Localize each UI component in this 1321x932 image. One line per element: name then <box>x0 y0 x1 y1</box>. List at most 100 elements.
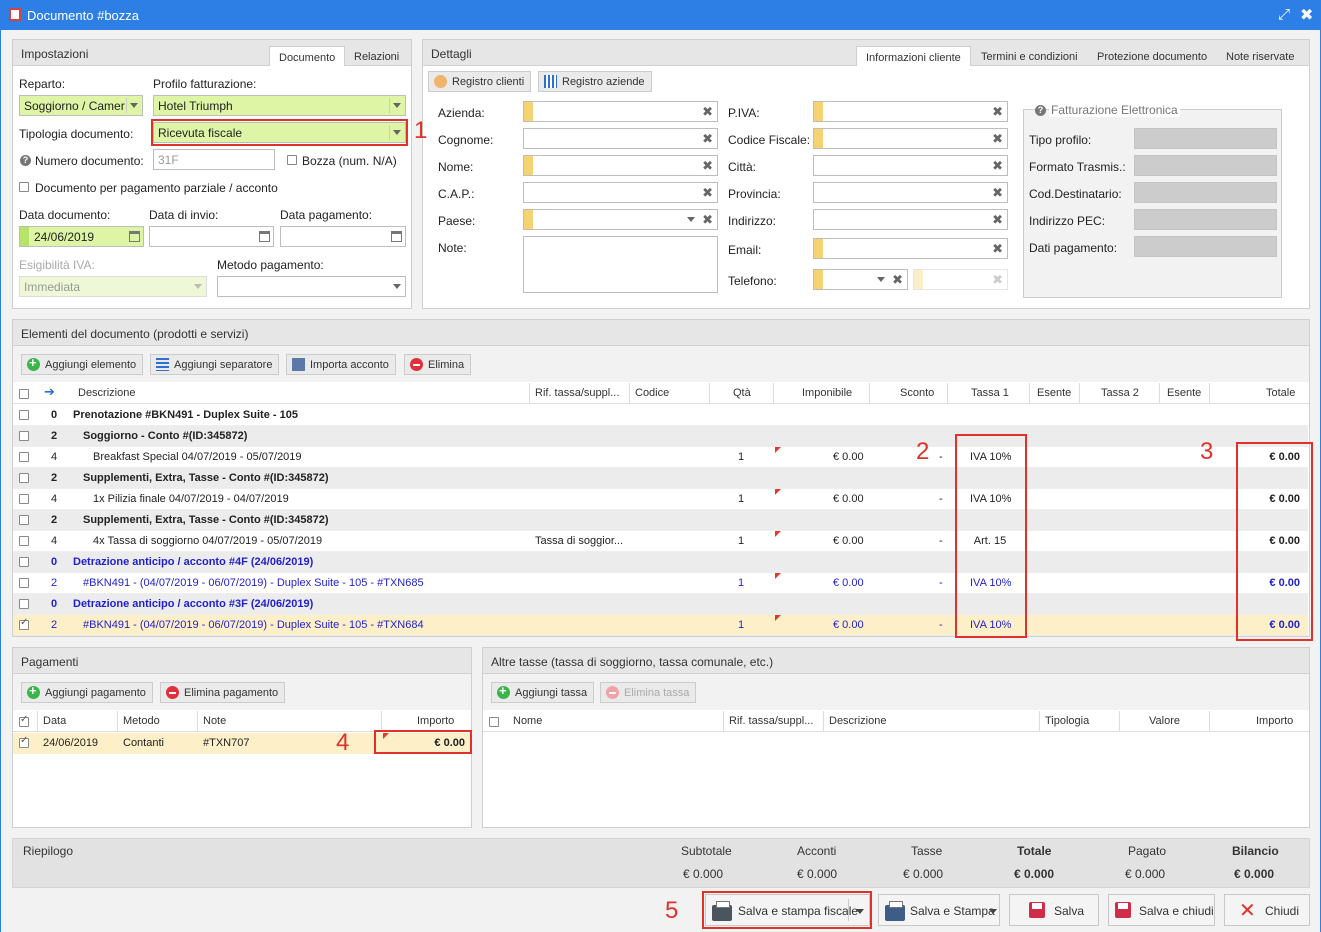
col-importo[interactable]: Importo <box>417 711 454 731</box>
row-checkbox[interactable] <box>19 536 29 546</box>
table-row[interactable]: 4 Breakfast Special 04/07/2019 - 05/07/20… <box>13 447 1308 468</box>
row-sconto[interactable]: - <box>939 577 943 589</box>
save-and-print-button[interactable]: Salva e Stampa <box>878 894 1000 926</box>
col-data[interactable]: Data <box>43 711 66 731</box>
save-and-close-button[interactable]: Salva e chiudi <box>1108 894 1215 926</box>
parziale-checkbox[interactable] <box>19 182 29 192</box>
col-descrizione[interactable]: Descrizione <box>78 383 135 403</box>
col-codice[interactable]: Codice <box>635 383 669 403</box>
cap-input[interactable]: ✖ <box>523 182 718 203</box>
table-row[interactable]: 2 Supplementi, Extra, Tasse - Conto #(ID:… <box>13 510 1308 531</box>
help-icon[interactable]: ? <box>1035 105 1046 116</box>
tab-termini[interactable]: Termini e condizioni <box>972 46 1087 66</box>
row-qta[interactable]: 1 <box>738 535 744 547</box>
payment-row-checkbox[interactable] <box>19 735 29 748</box>
table-row[interactable]: 0 Detrazione anticipo / acconto #3F (24/0… <box>13 594 1308 615</box>
provincia-input[interactable]: ✖ <box>813 182 1008 203</box>
paese-select[interactable]: ✖ <box>523 209 718 230</box>
col-note[interactable]: Note <box>203 711 226 731</box>
telefono-prefix-select[interactable]: ✖ <box>813 269 908 290</box>
row-checkbox[interactable] <box>19 599 29 609</box>
import-deposit-button[interactable]: Importa acconto <box>286 354 396 375</box>
bozza-checkbox[interactable] <box>287 155 297 165</box>
chevron-down-icon[interactable] <box>989 909 997 914</box>
telefono-input[interactable]: ✖ <box>913 269 1008 290</box>
add-payment-button[interactable]: Aggiungi pagamento <box>21 682 153 703</box>
col-totale[interactable]: Totale <box>1266 383 1295 403</box>
table-row[interactable]: 4 4x Tassa di soggiorno 04/07/2019 - 05/0… <box>13 531 1308 552</box>
row-checkbox[interactable] <box>19 452 29 462</box>
email-input[interactable]: ✖ <box>813 238 1008 259</box>
numero-input[interactable]: 31F <box>153 149 275 170</box>
row-checkbox[interactable] <box>19 494 29 504</box>
data-documento-input[interactable]: 24/06/2019 <box>19 226 144 247</box>
select-all-payments-checkbox[interactable] <box>19 714 29 727</box>
row-qta[interactable]: 1 <box>738 619 744 631</box>
row-checkbox[interactable] <box>19 557 29 567</box>
row-sconto[interactable]: - <box>939 535 943 547</box>
row-qta[interactable]: 1 <box>738 493 744 505</box>
row-checkbox[interactable] <box>19 617 29 630</box>
row-checkbox[interactable] <box>19 410 29 420</box>
col-nome[interactable]: Nome <box>513 711 542 731</box>
col-valore[interactable]: Valore <box>1149 711 1180 731</box>
table-row[interactable]: 0 Detrazione anticipo / acconto #4F (24/0… <box>13 552 1308 573</box>
row-imponibile[interactable]: € 0.00 <box>833 577 864 589</box>
select-all-taxes-checkbox[interactable] <box>489 717 499 727</box>
table-row[interactable]: 2 #BKN491 - (04/07/2019 - 06/07/2019) - D… <box>13 573 1308 594</box>
col-rif-tassa[interactable]: Rif. tassa/suppl... <box>729 711 813 731</box>
maximize-icon[interactable]: ⤢ <box>1278 6 1290 23</box>
azienda-input[interactable]: ✖ <box>523 101 718 122</box>
row-imponibile[interactable]: € 0.00 <box>833 535 864 547</box>
row-checkbox[interactable] <box>19 431 29 441</box>
col-tipologia[interactable]: Tipologia <box>1045 711 1089 731</box>
close-button[interactable]: ✕ Chiudi <box>1224 894 1310 926</box>
row-checkbox[interactable] <box>19 515 29 525</box>
row-qta[interactable]: 1 <box>738 451 744 463</box>
cognome-input[interactable]: ✖ <box>523 128 718 149</box>
col-rif[interactable]: Rif. tassa/suppl... <box>535 383 619 403</box>
col-esente2[interactable]: Esente <box>1167 383 1201 403</box>
profilo-select[interactable]: Hotel Triumph <box>153 95 406 116</box>
row-sconto[interactable]: - <box>939 493 943 505</box>
tab-informazioni-cliente[interactable]: Informazioni cliente <box>856 46 971 66</box>
col-sconto[interactable]: Sconto <box>900 383 934 403</box>
tab-note-riservate[interactable]: Note riservate <box>1217 46 1303 66</box>
delete-payment-button[interactable]: Elimina pagamento <box>160 682 286 703</box>
table-row[interactable]: 0 Prenotazione #BKN491 - Duplex Suite - 1… <box>13 405 1308 426</box>
row-imponibile[interactable]: € 0.00 <box>833 619 864 631</box>
tab-relazioni[interactable]: Relazioni <box>345 46 408 66</box>
row-sconto[interactable]: - <box>939 451 943 463</box>
select-all-checkbox[interactable] <box>19 389 29 399</box>
reparto-select[interactable]: Soggiorno / Camer <box>19 95 143 116</box>
help-icon[interactable]: ? <box>20 155 31 166</box>
save-button[interactable]: Salva <box>1009 894 1099 926</box>
close-icon[interactable]: ✖ <box>1300 5 1313 25</box>
metodo-select[interactable] <box>217 276 406 297</box>
data-pagamento-input[interactable] <box>280 226 406 247</box>
row-imponibile[interactable]: € 0.00 <box>833 451 864 463</box>
row-imponibile[interactable]: € 0.00 <box>833 493 864 505</box>
col-imponibile[interactable]: Imponibile <box>802 383 852 403</box>
indirizzo-input[interactable]: ✖ <box>813 209 1008 230</box>
registro-aziende-button[interactable]: Registro aziende <box>538 71 652 92</box>
table-row[interactable]: 4 1x Pilizia finale 04/07/2019 - 04/07/20… <box>13 489 1308 510</box>
add-item-button[interactable]: Aggiungi elemento <box>21 354 144 375</box>
add-separator-button[interactable]: Aggiungi separatore <box>150 354 280 375</box>
note-textarea[interactable] <box>523 236 718 293</box>
piva-input[interactable]: ✖ <box>813 101 1008 122</box>
citta-input[interactable]: ✖ <box>813 155 1008 176</box>
row-checkbox[interactable] <box>19 473 29 483</box>
table-row[interactable]: 2 #BKN491 - (04/07/2019 - 06/07/2019) - D… <box>13 615 1308 636</box>
table-row[interactable]: 2 Supplementi, Extra, Tasse - Conto #(ID:… <box>13 468 1308 489</box>
col-esente1[interactable]: Esente <box>1037 383 1071 403</box>
row-checkbox[interactable] <box>19 578 29 588</box>
data-invio-input[interactable] <box>149 226 274 247</box>
delete-item-button[interactable]: Elimina <box>404 354 472 375</box>
table-row[interactable]: 2 Soggiorno - Conto #(ID:345872) <box>13 426 1308 447</box>
row-sconto[interactable]: - <box>939 619 943 631</box>
codice-fiscale-input[interactable]: ✖ <box>813 128 1008 149</box>
tab-protezione[interactable]: Protezione documento <box>1088 46 1216 66</box>
row-qta[interactable]: 1 <box>738 577 744 589</box>
col-qta[interactable]: Qtà <box>733 383 751 403</box>
